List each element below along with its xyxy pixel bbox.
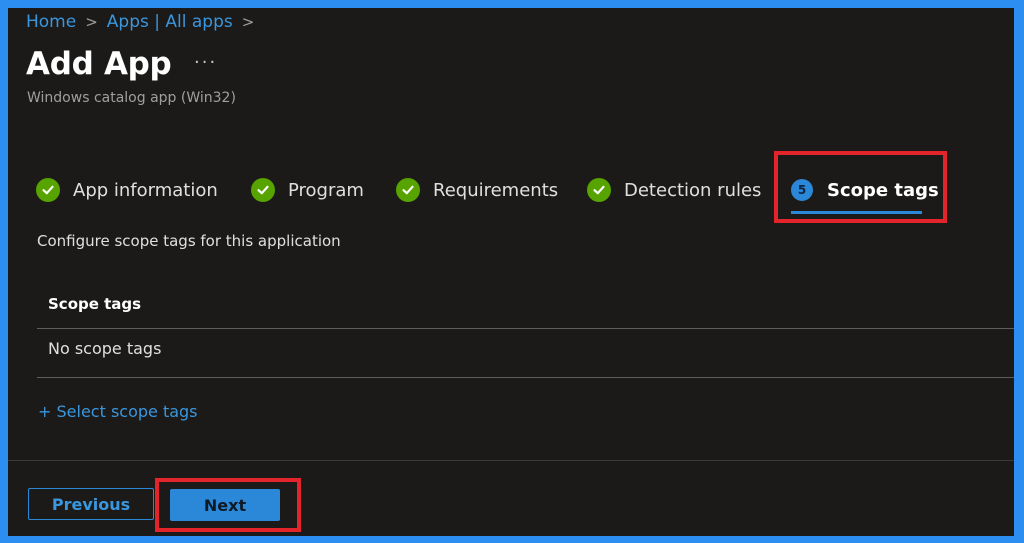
tab-program[interactable]: Program: [251, 174, 364, 206]
section-description: Configure scope tags for this applicatio…: [37, 232, 341, 250]
tab-label: Requirements: [433, 179, 559, 201]
page-title: Add App: [26, 46, 172, 82]
checkmark-icon: [251, 178, 275, 202]
breadcrumb-home-link[interactable]: Home: [26, 12, 76, 32]
tab-detection-rules[interactable]: Detection rules: [587, 174, 761, 206]
page-subtitle: Windows catalog app (Win32): [27, 90, 236, 106]
blade-panel: Home > Apps | All apps > Add App ··· Win…: [8, 8, 1014, 536]
footer-divider: [8, 460, 1014, 461]
breadcrumb-apps-link[interactable]: Apps | All apps: [107, 12, 233, 32]
table-divider: [37, 377, 1014, 378]
more-options-icon[interactable]: ···: [194, 52, 217, 73]
tab-label: Program: [288, 179, 364, 201]
tab-label: App information: [73, 179, 218, 201]
previous-button[interactable]: Previous: [28, 488, 154, 520]
highlight-box-scope-tags: [774, 151, 947, 223]
highlight-box-next: [155, 478, 301, 532]
breadcrumb: Home > Apps | All apps >: [26, 10, 263, 34]
chevron-right-icon: >: [85, 13, 98, 31]
table-divider: [37, 328, 1014, 329]
checkmark-icon: [587, 178, 611, 202]
checkmark-icon: [396, 178, 420, 202]
select-scope-tags-link[interactable]: + Select scope tags: [38, 402, 198, 421]
tab-requirements[interactable]: Requirements: [396, 174, 558, 206]
table-header-scope-tags: Scope tags: [48, 295, 142, 313]
chevron-right-icon: >: [241, 13, 255, 31]
tab-app-information[interactable]: App information: [36, 174, 218, 206]
tab-label: Detection rules: [624, 179, 762, 201]
table-empty-cell: No scope tags: [48, 339, 162, 358]
checkmark-icon: [36, 178, 60, 202]
